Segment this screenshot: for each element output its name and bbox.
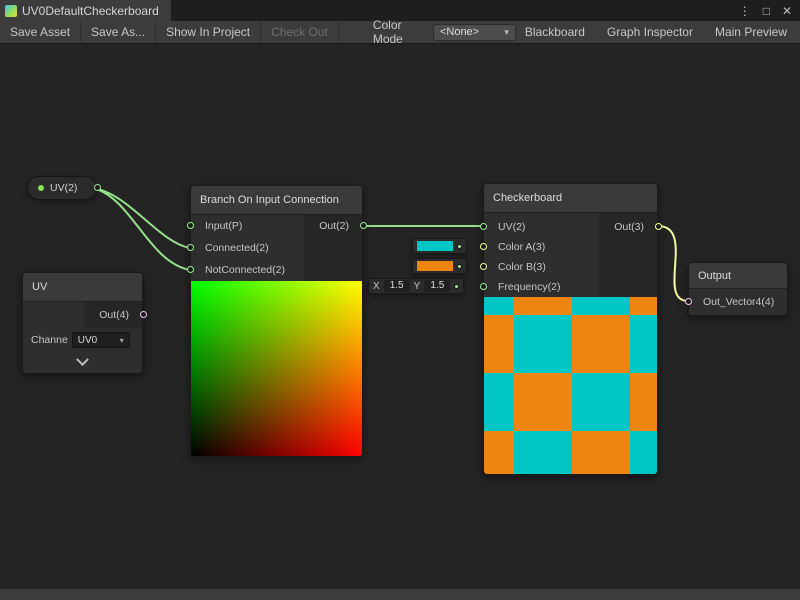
branch-notconnected-label: NotConnected(2)	[205, 264, 285, 276]
branch-node-header[interactable]: Branch On Input Connection	[191, 186, 362, 215]
frequency-widget[interactable]: X 1.5 Y 1.5	[368, 278, 464, 294]
kebab-menu-icon[interactable]: ⋮	[739, 4, 751, 18]
uv-out-port[interactable]	[140, 311, 147, 318]
uv-property-node[interactable]: UV(2)	[27, 176, 97, 200]
uv-property-output-port[interactable]	[94, 184, 101, 191]
branch-out-port[interactable]	[360, 222, 367, 229]
edge-uv-to-connected[interactable]	[93, 188, 190, 248]
branch-input-p-label: Input(P)	[205, 220, 242, 232]
maximize-icon[interactable]: □	[763, 4, 770, 18]
branch-uv-preview	[191, 281, 362, 456]
edge-checkerboard-to-output[interactable]	[658, 226, 688, 301]
dropdown-caret-icon: ▾	[504, 27, 509, 38]
frequency-x-input[interactable]: 1.5	[384, 280, 410, 292]
collapse-chevron-icon	[76, 353, 89, 366]
close-icon[interactable]: ✕	[782, 4, 792, 18]
branch-connected-label: Connected(2)	[205, 242, 269, 254]
checkerboard-out-label: Out(3)	[614, 221, 644, 233]
checkerboard-frequency-port[interactable]	[480, 283, 487, 290]
checkerboard-color-b-port[interactable]	[480, 263, 487, 270]
checkerboard-color-b-label: Color B(3)	[498, 261, 546, 273]
output-node[interactable]: Output Out_Vector4(4)	[688, 262, 788, 316]
uv-channel-dropdown[interactable]: UV0 ▾	[72, 332, 130, 348]
checkerboard-node-header[interactable]: Checkerboard	[484, 184, 657, 213]
frequency-y-input[interactable]: 1.5	[424, 280, 450, 292]
uv-node-header[interactable]: UV	[23, 273, 142, 302]
output-vector4-port[interactable]	[685, 298, 692, 305]
checkerboard-node[interactable]: Checkerboard UV(2) Color A(3) Color B(3)	[483, 183, 658, 475]
branch-out-label: Out(2)	[319, 220, 349, 232]
checkerboard-preview	[484, 297, 657, 474]
checkerboard-color-a-port[interactable]	[480, 243, 487, 250]
graph-tab[interactable]: UV0DefaultCheckerboard	[0, 0, 171, 21]
checkerboard-color-a-label: Color A(3)	[498, 241, 545, 253]
show-in-project-button[interactable]: Show In Project	[156, 21, 261, 43]
branch-node[interactable]: Branch On Input Connection Input(P) Conn…	[190, 185, 363, 457]
color-b-swatch-widget[interactable]	[412, 258, 467, 274]
output-vector4-label: Out_Vector4(4)	[703, 296, 774, 308]
color-mode-dropdown[interactable]: <None> ▾	[433, 24, 516, 41]
frequency-widget-dot-icon	[454, 284, 459, 289]
uv-channel-value: UV0	[78, 335, 97, 346]
graph-inspector-button[interactable]: Graph Inspector	[598, 25, 702, 39]
uv-channel-caret-icon: ▾	[120, 336, 124, 345]
shader-graph-window: UV0DefaultCheckerboard ⋮ □ ✕ Save Asset …	[0, 0, 800, 600]
color-a-swatch[interactable]	[417, 241, 453, 251]
frequency-y-label: Y	[414, 281, 421, 292]
graph-toolbar: Save Asset Save As... Show In Project Ch…	[0, 21, 800, 44]
uv-out-label: Out(4)	[99, 309, 129, 321]
checkerboard-frequency-label: Frequency(2)	[498, 281, 560, 293]
save-as-button[interactable]: Save As...	[81, 21, 156, 43]
save-asset-button[interactable]: Save Asset	[0, 21, 81, 43]
color-b-widget-dot-icon	[457, 264, 462, 269]
checkerboard-uv-label: UV(2)	[498, 221, 525, 233]
graph-canvas[interactable]: UV(2) Branch On Input Connection Input(P…	[0, 44, 800, 588]
check-out-button: Check Out	[261, 21, 339, 43]
branch-input-p-port[interactable]	[187, 222, 194, 229]
main-preview-button[interactable]: Main Preview	[706, 25, 796, 39]
uv-node[interactable]: UV Out(4) Channe UV0 ▾	[22, 272, 143, 374]
color-a-swatch-widget[interactable]	[412, 238, 467, 254]
graph-tab-title: UV0DefaultCheckerboard	[22, 4, 159, 18]
exposed-property-dot-icon	[38, 185, 44, 191]
color-b-swatch[interactable]	[417, 261, 453, 271]
status-bar	[0, 588, 800, 600]
checkerboard-uv-port[interactable]	[480, 223, 487, 230]
frequency-x-label: X	[373, 281, 380, 292]
color-mode-label: Color Mode	[365, 18, 433, 46]
edge-uv-to-notconnected[interactable]	[93, 188, 190, 270]
blackboard-button[interactable]: Blackboard	[516, 25, 594, 39]
output-node-header[interactable]: Output	[689, 263, 787, 289]
branch-notconnected-port[interactable]	[187, 266, 194, 273]
uv-property-label: UV(2)	[50, 182, 77, 194]
branch-connected-port[interactable]	[187, 244, 194, 251]
uv-node-collapse-button[interactable]	[23, 352, 142, 373]
checkerboard-out-port[interactable]	[655, 223, 662, 230]
color-a-widget-dot-icon	[457, 244, 462, 249]
shader-graph-asset-icon	[5, 5, 17, 17]
color-mode-value: <None>	[440, 26, 479, 38]
uv-channel-label: Channe	[31, 334, 68, 346]
